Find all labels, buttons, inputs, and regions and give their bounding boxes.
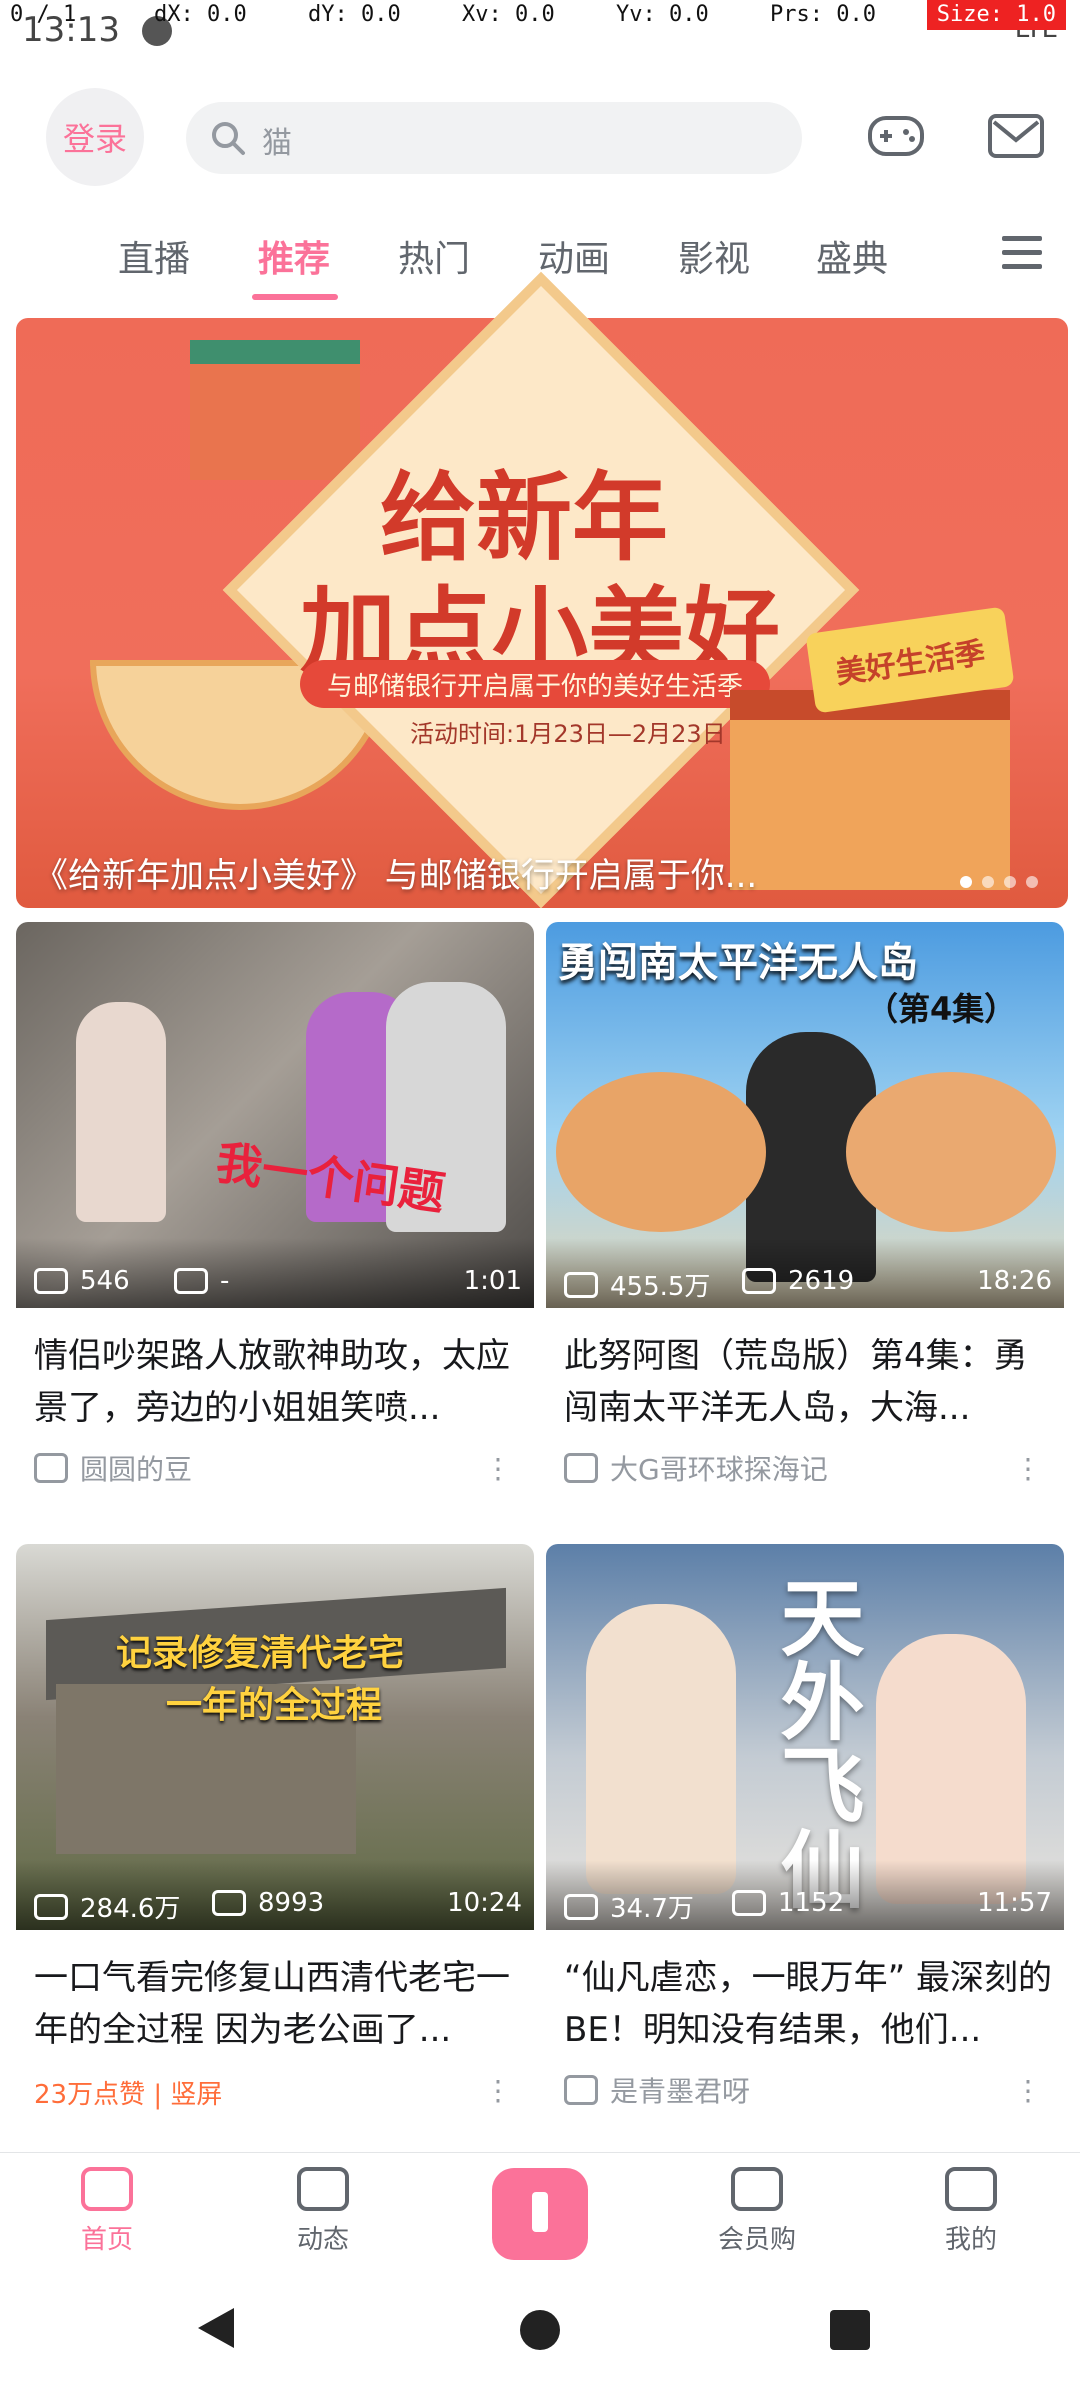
- tab-hot[interactable]: 热门: [374, 230, 494, 282]
- nav-dynamic[interactable]: 动态: [258, 2167, 388, 2256]
- video-duration: 18:26: [977, 1266, 1052, 1296]
- search-icon: [212, 122, 245, 155]
- danmaku-count: 2619: [742, 1266, 854, 1296]
- video-title: 一口气看完修复山西清代老宅一年的全过程 因为老公画了...: [34, 1958, 510, 2050]
- danmaku-count: 1152: [732, 1888, 844, 1918]
- debug-prs: Prs: 0.0: [770, 2, 876, 27]
- thumbnail-overlay-text: 勇闯南太平洋无人岛: [558, 940, 918, 986]
- profile-icon: [945, 2167, 997, 2211]
- login-button[interactable]: 登录: [46, 88, 144, 186]
- banner-subtitle: 与邮储银行开启属于你的美好生活季: [300, 660, 770, 708]
- video-card-3[interactable]: 记录修复清代老宅 一年的全过程 284.6万 8993 10:24 一口气看完修…: [16, 1544, 534, 2144]
- more-options-button[interactable]: ⋮: [484, 1452, 512, 1485]
- video-thumbnail: 记录修复清代老宅 一年的全过程: [16, 1544, 534, 1930]
- danmaku-icon: [212, 1890, 246, 1916]
- nav-dynamic-label: 动态: [296, 2225, 349, 2255]
- debug-yv: Yv: 0.0: [616, 2, 709, 27]
- play-count-icon: [564, 1271, 598, 1298]
- video-tag: 23万点赞 | 竖屏: [34, 2080, 223, 2110]
- view-count: 34.7万: [564, 1888, 694, 1925]
- thumbnail-overlay-text-2: 一年的全过程: [166, 1685, 383, 1726]
- nav-shop[interactable]: 会员购: [692, 2167, 822, 2256]
- tab-recommend[interactable]: 推荐: [234, 230, 354, 282]
- danmaku-icon: [742, 1268, 776, 1294]
- play-count-icon: [34, 1268, 68, 1294]
- video-duration: 1:01: [463, 1266, 522, 1296]
- video-duration: 10:24: [447, 1888, 522, 1918]
- debug-size: Size: 1.0: [926, 0, 1066, 30]
- video-duration: 11:57: [977, 1888, 1052, 1918]
- banner-caption: 《给新年加点小美好》 与邮储银行开启属于你...: [34, 856, 758, 896]
- video-thumbnail: 勇闯南太平洋无人岛 （第4集）: [546, 922, 1064, 1308]
- more-options-button[interactable]: ⋮: [1014, 2074, 1042, 2107]
- active-tab-indicator: [252, 294, 338, 300]
- menu-icon[interactable]: [996, 226, 1048, 280]
- video-card-1[interactable]: 我一个问题 546 - 1:01 情侣吵架路人放歌神助攻，太应景了，旁边的小姐姐…: [16, 922, 534, 1534]
- tab-festival[interactable]: 盛典: [792, 230, 912, 282]
- video-title: “仙凡虐恋，一眼万年” 最深刻的BE！明知没有结果，他们...: [564, 1958, 1053, 2050]
- uploader-icon: [34, 1453, 68, 1483]
- video-thumbnail: 我一个问题: [16, 922, 534, 1308]
- uploader-name[interactable]: 圆圆的豆: [34, 1448, 192, 1488]
- banner-date: 活动时间:1月23日—2月23日: [410, 720, 726, 748]
- nav-home-label: 首页: [80, 2225, 133, 2255]
- view-count: 455.5万: [564, 1266, 710, 1303]
- video-title: 情侣吵架路人放歌神助攻，太应景了，旁边的小姐姐笑喷...: [34, 1336, 510, 1428]
- tab-film[interactable]: 影视: [654, 230, 774, 282]
- video-card-2[interactable]: 勇闯南太平洋无人岛 （第4集） 455.5万 2619 18:26 此努阿图（荒…: [546, 922, 1064, 1534]
- tab-anime[interactable]: 动画: [514, 230, 634, 282]
- danmaku-count: -: [174, 1266, 229, 1296]
- thumbnail-episode-text: （第4集）: [866, 990, 1017, 1028]
- home-icon[interactable]: [520, 2310, 560, 2350]
- tab-live[interactable]: 直播: [94, 230, 214, 282]
- game-center-icon[interactable]: [866, 108, 926, 164]
- uploader-name[interactable]: 是青墨君呀: [564, 2070, 750, 2110]
- search-placeholder: 猫: [262, 126, 292, 161]
- play-count-icon: [564, 1893, 598, 1920]
- message-icon[interactable]: [986, 108, 1046, 164]
- nav-home[interactable]: 首页: [42, 2167, 172, 2256]
- danmaku-icon: [174, 1268, 208, 1294]
- dynamic-icon: [297, 2167, 349, 2211]
- thumbnail-overlay-text: 记录修复清代老宅: [116, 1633, 405, 1674]
- pointer-debug-bar: 0 / 1 dX: 0.0 dY: 0.0 Xv: 0.0 Yv: 0.0 Pr…: [0, 0, 1080, 34]
- banner-stall-illustration: [730, 690, 1010, 890]
- more-options-button[interactable]: ⋮: [484, 2074, 512, 2107]
- danmaku-icon: [732, 1890, 766, 1916]
- nav-mine[interactable]: 我的: [906, 2167, 1036, 2256]
- shop-icon: [731, 2167, 783, 2211]
- back-icon[interactable]: [198, 2308, 234, 2348]
- video-card-4[interactable]: 天外飞仙 34.7万 1152 11:57 “仙凡虐恋，一眼万年” 最深刻的BE…: [546, 1544, 1064, 2144]
- debug-dx: dX: 0.0: [154, 2, 247, 27]
- more-options-button[interactable]: ⋮: [1014, 1452, 1042, 1485]
- uploader-name[interactable]: 大G哥环球探海记: [564, 1448, 828, 1488]
- debug-pointer: 0 / 1: [10, 2, 77, 27]
- video-title: 此努阿图（荒岛版）第4集：勇闯南太平洋无人岛，大海...: [564, 1336, 1028, 1428]
- home-tv-icon: [81, 2167, 133, 2211]
- video-thumbnail: 天外飞仙: [546, 1544, 1064, 1930]
- debug-xv: Xv: 0.0: [462, 2, 555, 27]
- play-count-icon: [34, 1893, 68, 1920]
- uploader-icon: [564, 1453, 598, 1483]
- publish-button[interactable]: [492, 2168, 588, 2260]
- nav-shop-label: 会员购: [717, 2225, 796, 2255]
- view-count: 284.6万: [34, 1888, 180, 1925]
- danmaku-count: 8993: [212, 1888, 324, 1918]
- nav-mine-label: 我的: [944, 2225, 997, 2255]
- recent-apps-icon[interactable]: [830, 2310, 870, 2350]
- uploader-icon: [564, 2075, 598, 2105]
- view-count: 546: [34, 1266, 130, 1296]
- banner-shop-illustration: [190, 340, 360, 480]
- debug-dy: dY: 0.0: [308, 2, 401, 27]
